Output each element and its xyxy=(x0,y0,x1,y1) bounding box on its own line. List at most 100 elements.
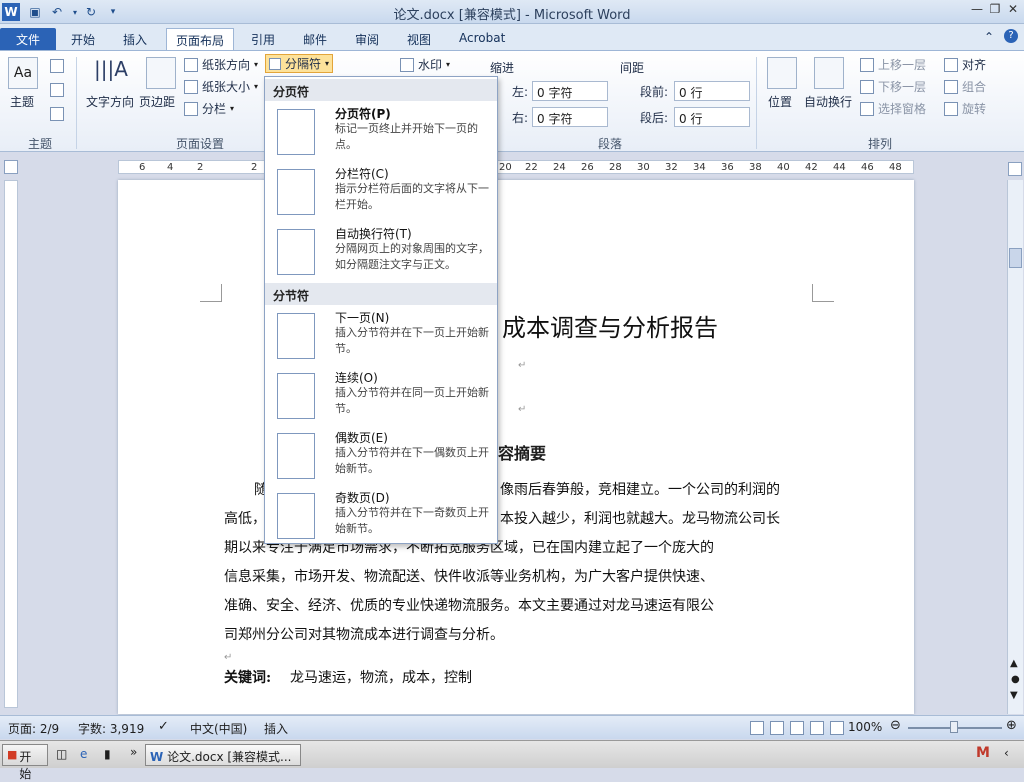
rotate-button[interactable]: 旋转 xyxy=(944,99,986,118)
wrap-text-button[interactable]: 自动换行 xyxy=(804,93,852,110)
indent-right-field[interactable]: 0 字符 xyxy=(532,107,608,127)
ruler-tick: 2 xyxy=(197,162,204,173)
send-backward-button[interactable]: 下移一层 xyxy=(860,77,926,96)
theme-effects-icon[interactable] xyxy=(50,107,64,121)
menu-item-title: 下一页(N) xyxy=(335,311,390,325)
rotate-icon xyxy=(944,101,958,116)
ruler-tick: 30 xyxy=(637,162,650,173)
menu-item-text-wrapping-break[interactable]: 自动换行符(T) 分隔网页上的对象周围的文字，如分隔题注文字与正文。 xyxy=(265,223,497,283)
vertical-scrollbar[interactable]: ▲ ● ▼ xyxy=(1007,180,1023,714)
columns-button[interactable]: 分栏 ▾ xyxy=(184,99,234,118)
next-page-icon[interactable]: ▼ xyxy=(1010,690,1018,701)
zoom-slider-thumb[interactable] xyxy=(950,721,958,733)
print-layout-icon[interactable] xyxy=(750,721,764,735)
theme-button[interactable]: 主题 xyxy=(10,93,34,110)
start-button[interactable]: ■ 开始 xyxy=(2,744,48,781)
ruler-tick: 20 xyxy=(499,162,512,173)
menu-item-column-break[interactable]: 分栏符(C) 指示分栏符后面的文字将从下一栏开始。 xyxy=(265,163,497,223)
tab-page-layout[interactable]: 页面布局 xyxy=(166,28,235,50)
indent-left-field[interactable]: 0 字符 xyxy=(532,81,608,101)
tab-acrobat[interactable]: Acrobat xyxy=(450,28,514,50)
tab-mailings[interactable]: 邮件 xyxy=(294,28,336,50)
bring-forward-button[interactable]: 上移一层 xyxy=(860,55,926,74)
document-page[interactable]: 成本调查与分析报告 ↵ ↵ 容摘要 随 像雨后春笋般，竞相建立。一个公司的利润的… xyxy=(118,180,914,714)
proofing-icon[interactable]: ✓ xyxy=(158,719,169,734)
previous-page-icon[interactable]: ▲ xyxy=(1010,658,1018,669)
media-icon[interactable]: ▮ xyxy=(104,747,111,761)
paper-size-button[interactable]: 纸张大小 ▾ xyxy=(184,77,258,96)
horizontal-ruler[interactable]: 6 4 2 2 20 22 24 26 28 30 32 34 36 38 40… xyxy=(118,160,914,174)
tab-file[interactable]: 文件 xyxy=(0,28,56,50)
spacing-after-field[interactable]: 0 行 xyxy=(674,107,750,127)
collapse-ribbon-icon[interactable]: ⌃ xyxy=(984,30,994,44)
tab-insert[interactable]: 插入 xyxy=(114,28,156,50)
breaks-dropdown-menu: 分页符 分页符(P) 标记一页终止并开始下一页的点。 分栏符(C) 指示分栏符后… xyxy=(264,76,498,544)
more-icon[interactable]: » xyxy=(130,745,137,759)
tab-selector-icon[interactable] xyxy=(4,160,18,174)
windows-logo-icon: ■ xyxy=(7,748,18,761)
group-icon xyxy=(944,79,958,94)
reading-view-icon[interactable] xyxy=(770,721,784,735)
ruler-tick: 40 xyxy=(777,162,790,173)
orientation-icon xyxy=(184,57,198,72)
tab-view[interactable]: 视图 xyxy=(398,28,440,50)
wrap-text-icon[interactable] xyxy=(814,57,844,89)
orientation-button[interactable]: 纸张方向 ▾ xyxy=(184,55,258,74)
indent-right-label: 右: xyxy=(512,111,529,125)
menu-item-continuous[interactable]: 连续(O) 插入分节符并在同一页上开始新节。 xyxy=(265,367,497,427)
tray-app-icon[interactable]: M xyxy=(976,745,990,761)
web-layout-icon[interactable] xyxy=(790,721,804,735)
watermark-button[interactable]: 水印 ▾ xyxy=(400,55,450,74)
spacing-before-field[interactable]: 0 行 xyxy=(674,81,750,101)
browse-object-icon[interactable]: ● xyxy=(1011,674,1020,685)
page-count[interactable]: 页面: 2/9 xyxy=(8,720,59,737)
word-count[interactable]: 字数: 3,919 xyxy=(78,720,144,737)
tab-references[interactable]: 引用 xyxy=(242,28,284,50)
margins-button[interactable]: 页边距 xyxy=(139,93,175,110)
taskbar-task-label: 论文.docx [兼容模式... xyxy=(167,750,292,764)
desktop-icon[interactable]: ◫ xyxy=(56,747,67,761)
close-icon[interactable]: ✕ xyxy=(1004,2,1022,20)
text-direction-icon[interactable]: |||A xyxy=(94,57,128,81)
menu-item-desc: 标记一页终止并开始下一页的点。 xyxy=(335,122,478,151)
ruler-tick: 4 xyxy=(167,162,174,173)
text-direction-button[interactable]: 文字方向 xyxy=(86,93,134,110)
bring-forward-icon xyxy=(860,57,874,72)
menu-item-odd-page[interactable]: 奇数页(D) 插入分节符并在下一奇数页上开始新节。 xyxy=(265,487,497,547)
position-button[interactable]: 位置 xyxy=(768,93,792,110)
align-button[interactable]: 对齐 xyxy=(944,55,986,74)
zoom-level[interactable]: 100% xyxy=(848,720,882,734)
selection-pane-button[interactable]: 选择窗格 xyxy=(860,99,926,118)
browser-icon[interactable]: e xyxy=(80,747,87,761)
menu-item-even-page[interactable]: 偶数页(E) 插入分节符并在下一偶数页上开始新节。 xyxy=(265,427,497,487)
theme-icon[interactable]: Aa xyxy=(8,57,38,89)
minimize-icon[interactable]: — xyxy=(968,2,986,20)
draft-view-icon[interactable] xyxy=(830,721,844,735)
body-line: 司郑州分公司对其物流成本进行调查与分析。 xyxy=(224,627,504,643)
position-icon[interactable] xyxy=(767,57,797,89)
theme-fonts-icon[interactable] xyxy=(50,83,64,97)
ruler-tick: 46 xyxy=(861,162,874,173)
outline-view-icon[interactable] xyxy=(810,721,824,735)
tab-home[interactable]: 开始 xyxy=(62,28,104,50)
insert-mode[interactable]: 插入 xyxy=(264,720,288,737)
group-button[interactable]: 组合 xyxy=(944,77,986,96)
scrollbar-thumb[interactable] xyxy=(1009,248,1022,268)
language[interactable]: 中文(中国) xyxy=(190,720,247,737)
menu-item-next-page[interactable]: 下一页(N) 插入分节符并在下一页上开始新节。 xyxy=(265,307,497,367)
theme-colors-icon[interactable] xyxy=(50,59,64,73)
zoom-in-icon[interactable]: ⊕ xyxy=(1006,718,1017,733)
view-ruler-icon[interactable] xyxy=(1008,162,1022,176)
breaks-button[interactable]: 分隔符 ▾ xyxy=(265,54,334,73)
margins-icon[interactable] xyxy=(146,57,176,89)
tab-review[interactable]: 审阅 xyxy=(346,28,388,50)
tray-expand-icon[interactable]: ‹ xyxy=(1004,746,1009,760)
restore-icon[interactable]: ❐ xyxy=(986,2,1004,20)
breaks-icon xyxy=(269,57,281,70)
taskbar-word-window[interactable]: W 论文.docx [兼容模式... xyxy=(145,744,301,766)
align-icon xyxy=(944,57,958,72)
vertical-ruler[interactable] xyxy=(4,180,18,708)
help-icon[interactable]: ? xyxy=(1004,29,1018,43)
menu-item-page-break[interactable]: 分页符(P) 标记一页终止并开始下一页的点。 xyxy=(265,103,497,163)
zoom-out-icon[interactable]: ⊖ xyxy=(890,718,901,733)
